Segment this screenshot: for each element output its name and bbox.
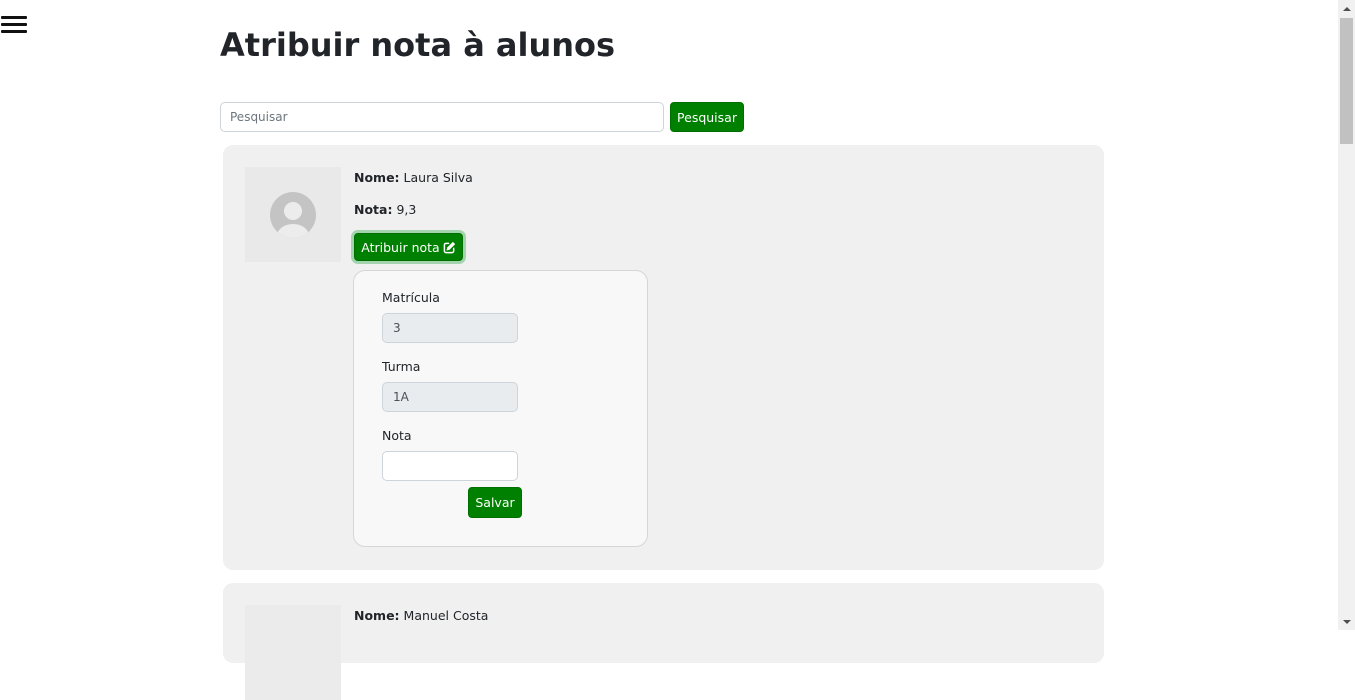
vertical-scrollbar[interactable] — [1338, 0, 1355, 630]
student-grade: Nota: 9,3 — [354, 202, 416, 218]
grade-form: Matrícula Turma Nota Salvar — [353, 270, 648, 547]
hamburger-menu-icon[interactable] — [1, 16, 27, 36]
name-label: Nome: — [354, 608, 400, 623]
grade-value: 9,3 — [396, 202, 417, 217]
matricula-field[interactable] — [382, 313, 518, 343]
search-input[interactable] — [220, 102, 664, 132]
scroll-up-arrow-icon[interactable] — [1338, 0, 1355, 17]
name-label: Nome: — [354, 170, 400, 185]
assign-grade-label: Atribuir nota — [361, 239, 440, 255]
student-card: Nome: Manuel Costa — [223, 583, 1104, 700]
scroll-thumb[interactable] — [1340, 18, 1353, 144]
matricula-label: Matrícula — [382, 290, 440, 305]
search-button[interactable]: Pesquisar — [670, 102, 744, 132]
grade-label: Nota: — [354, 202, 393, 217]
scroll-down-arrow-icon[interactable] — [1338, 613, 1355, 630]
student-card: Nome: Laura Silva Nota: 9,3 Atribuir not… — [223, 145, 1104, 570]
nota-label: Nota — [382, 428, 412, 443]
menu-bar — [1, 30, 27, 33]
avatar — [245, 167, 341, 262]
pen-to-square-icon — [443, 241, 455, 253]
menu-bar — [1, 16, 27, 19]
turma-field[interactable] — [382, 382, 518, 412]
student-name: Nome: Manuel Costa — [354, 608, 488, 624]
menu-bar — [1, 23, 27, 26]
nota-field[interactable] — [382, 451, 518, 481]
turma-label: Turma — [382, 359, 421, 374]
avatar — [245, 605, 341, 700]
student-name: Nome: Laura Silva — [354, 170, 473, 186]
name-value: Laura Silva — [403, 170, 473, 185]
save-button[interactable]: Salvar — [468, 487, 522, 518]
assign-grade-button[interactable]: Atribuir nota — [354, 233, 463, 261]
user-avatar-icon — [270, 192, 316, 238]
name-value: Manuel Costa — [403, 608, 489, 623]
page-title: Atribuir nota à alunos — [220, 26, 616, 64]
